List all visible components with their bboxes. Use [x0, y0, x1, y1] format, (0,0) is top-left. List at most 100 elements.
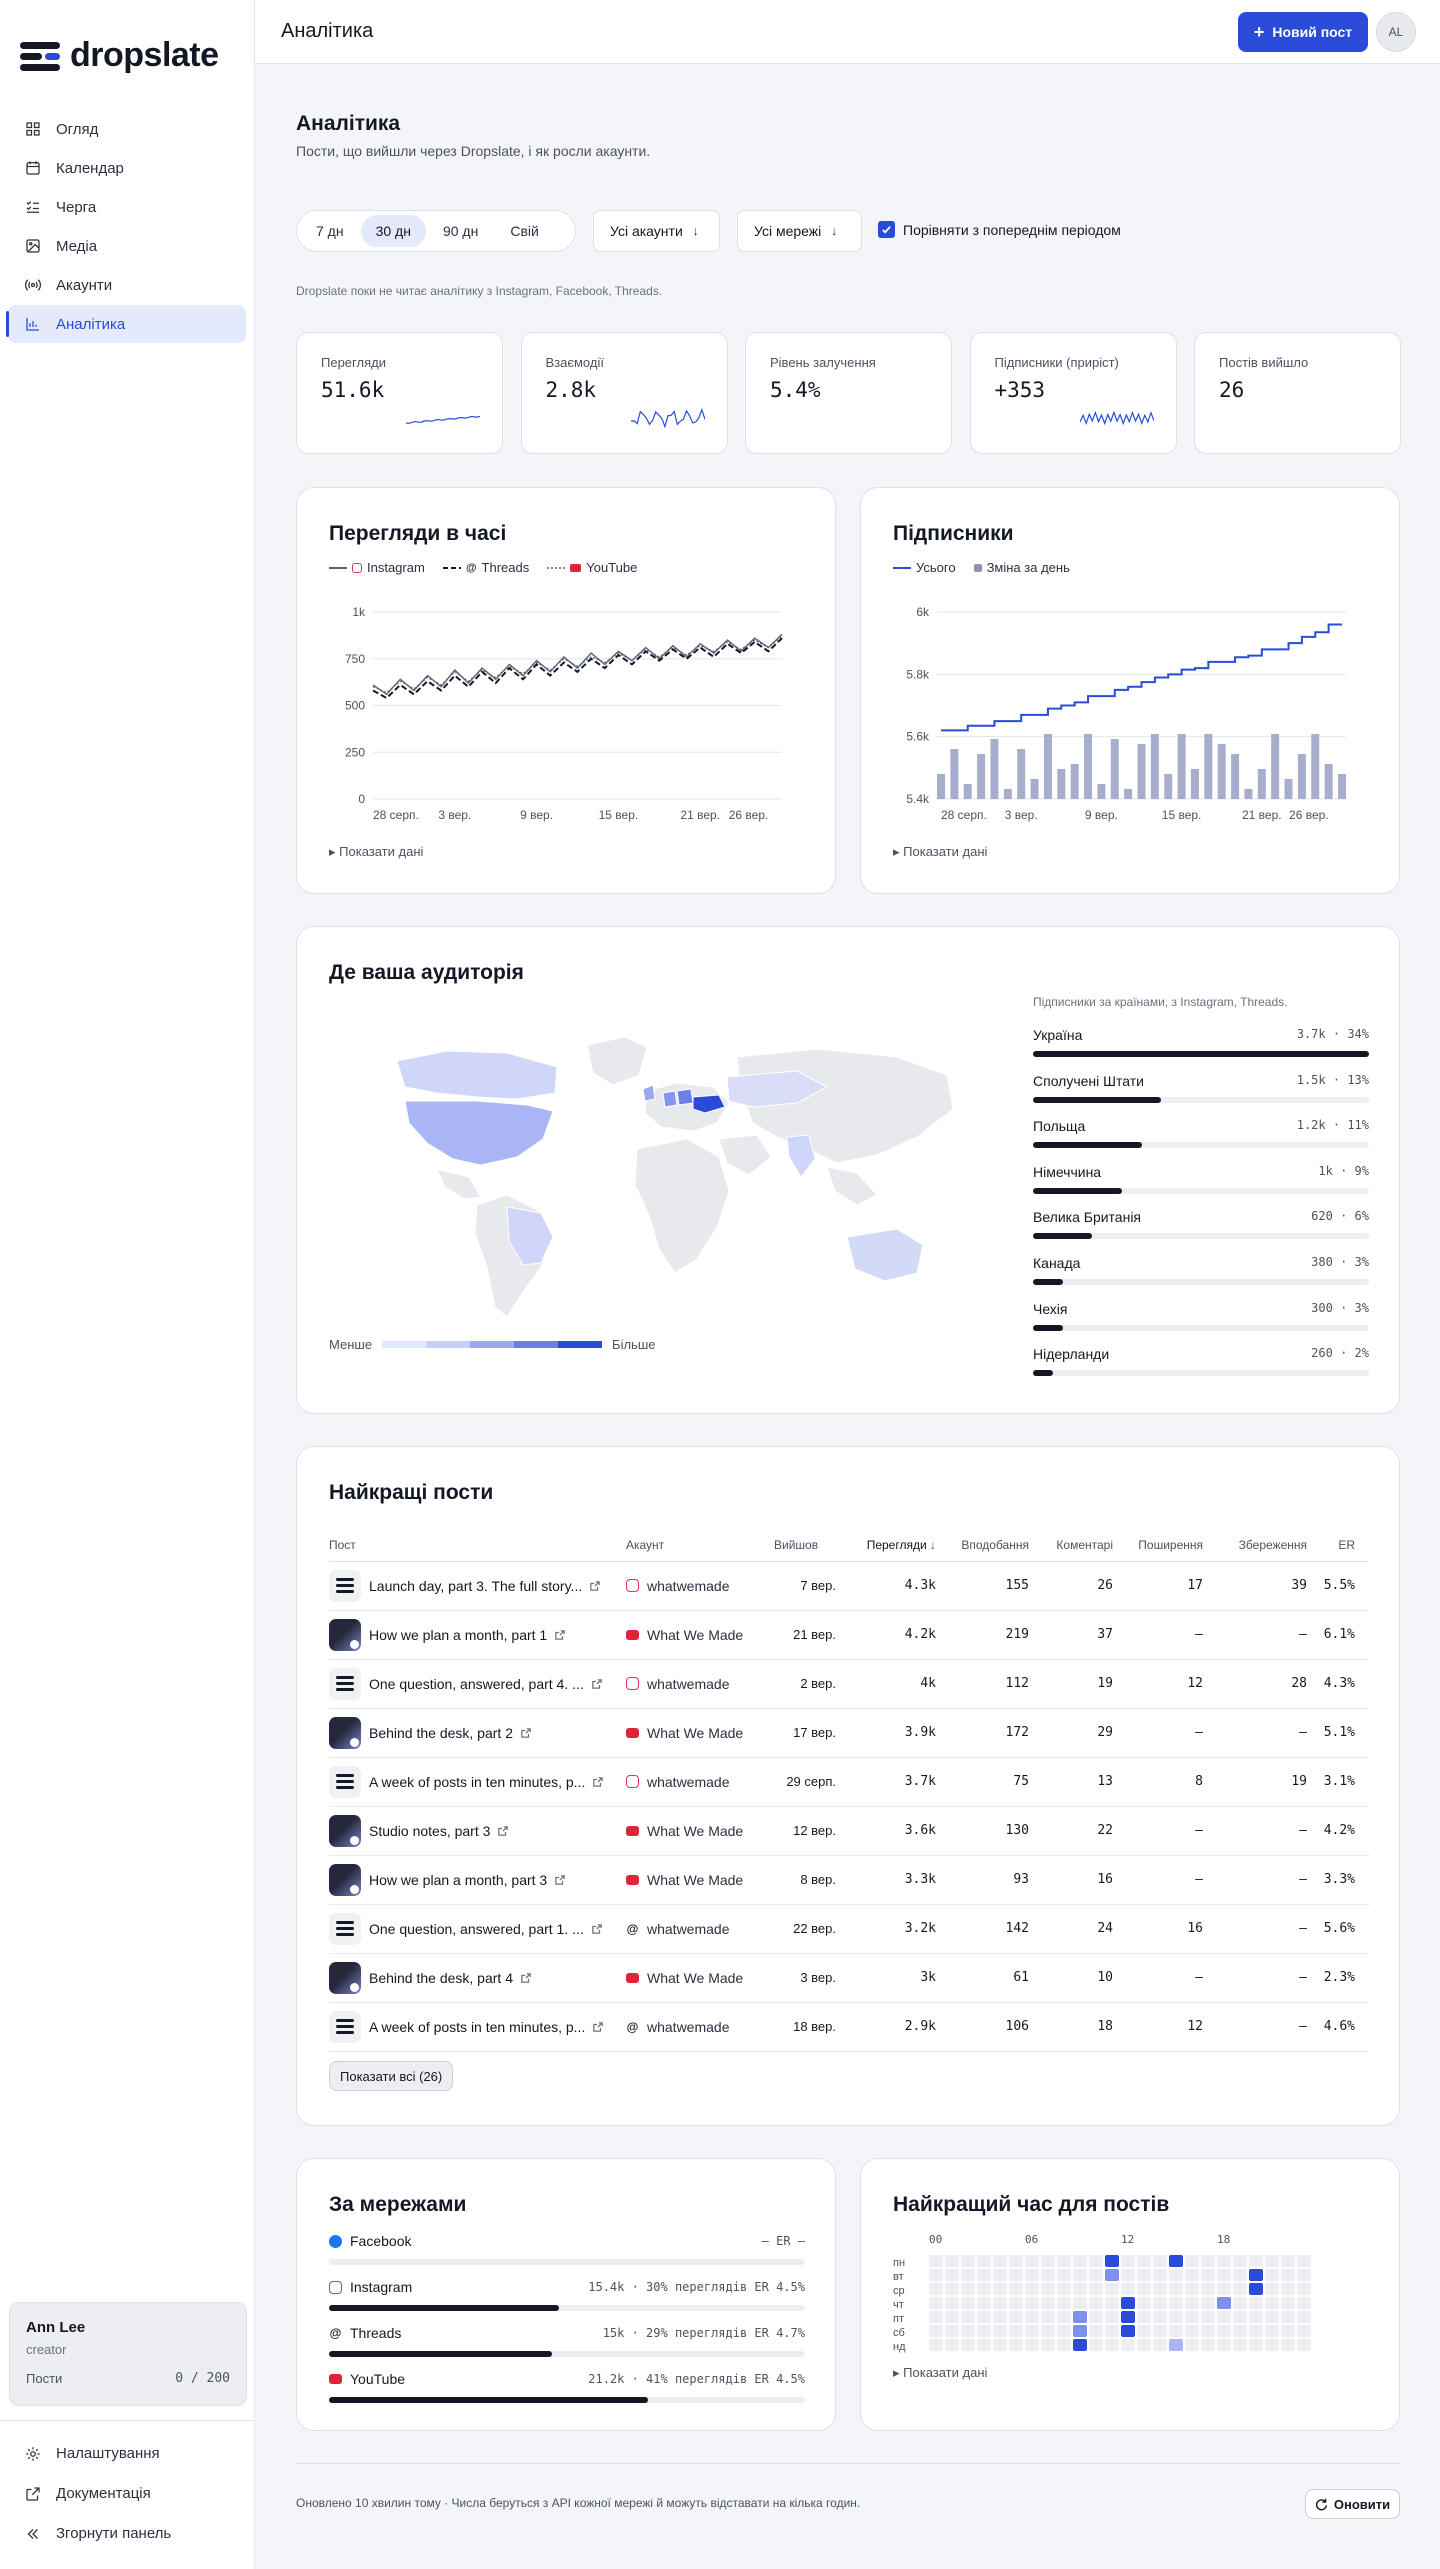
followers-show-data-toggle[interactable]: ▸ Показати дані	[893, 844, 987, 860]
table-row[interactable]: How we plan a month, part 1 What We Made 2…	[329, 1610, 1369, 1660]
youtube-icon	[329, 2374, 342, 2384]
user-card[interactable]: Ann Lee creator Пости 0 / 200	[9, 2302, 247, 2406]
bottom-item-1[interactable]: Документація	[8, 2474, 246, 2513]
sidebar-item-1[interactable]: Календар	[8, 149, 246, 187]
map-region-usa	[404, 1100, 554, 1166]
post-title[interactable]: One question, answered, part 1. ...	[369, 1921, 584, 1937]
youtube-icon	[626, 1727, 639, 1738]
table-row[interactable]: Behind the desk, part 4 What We Made 3 вер…	[329, 1953, 1369, 2003]
bottom-item-0[interactable]: Налаштування	[8, 2434, 246, 2473]
post-title[interactable]: Behind the desk, part 2	[369, 1725, 513, 1741]
cell-comments: 24	[1043, 1904, 1127, 1954]
post-title[interactable]: One question, answered, part 4. ...	[369, 1676, 584, 1692]
checkmark-icon[interactable]	[878, 221, 895, 238]
new-post-button[interactable]: + Новий пост	[1238, 12, 1368, 52]
post-title[interactable]: Behind the desk, part 4	[369, 1970, 513, 1986]
range-option-2[interactable]: 90 дн	[428, 215, 493, 247]
new-post-label: Новий пост	[1272, 24, 1353, 40]
network-bar-track	[329, 2259, 805, 2265]
sidebar-item-2[interactable]: Черга	[8, 188, 246, 226]
cell-comments: 19	[1043, 1659, 1127, 1709]
heatmap-cell	[1137, 2255, 1151, 2267]
heatmap-cell	[977, 2297, 991, 2309]
cell-er: 6.1%	[1321, 1610, 1369, 1660]
range-option-1[interactable]: 30 дн	[360, 215, 426, 247]
country-pct: 9%	[1354, 1163, 1369, 1178]
y-tick-label: 1k	[352, 605, 366, 619]
external-link-icon[interactable]	[593, 2021, 604, 2032]
cell-views: 3.2k	[850, 1904, 950, 1954]
networks-dropdown[interactable]: Усі мережі ↓	[737, 210, 862, 252]
table-row[interactable]: Behind the desk, part 2 What We Made 17 ве…	[329, 1708, 1369, 1758]
range-option-0[interactable]: 7 дн	[301, 215, 359, 247]
external-link-icon[interactable]	[521, 1727, 531, 1738]
table-row[interactable]: A week of posts in ten minutes, p... what…	[329, 1757, 1369, 1807]
heatmap-cell	[1009, 2269, 1023, 2281]
post-title[interactable]: Studio notes, part 3	[369, 1823, 490, 1839]
country-stat: 1k · 9%	[1318, 1164, 1369, 1180]
logo[interactable]: dropslate	[20, 36, 219, 75]
post-title[interactable]: How we plan a month, part 1	[369, 1627, 547, 1643]
post-title[interactable]: Launch day, part 3. The full story...	[369, 1578, 582, 1594]
cell-er: 4.3%	[1321, 1659, 1369, 1709]
bottom-item-2[interactable]: Згорнути панель	[8, 2514, 246, 2553]
table-row[interactable]: How we plan a month, part 3 What We Made 8…	[329, 1855, 1369, 1905]
external-link-icon[interactable]	[593, 1776, 604, 1787]
avatar[interactable]: AL	[1376, 12, 1416, 52]
best-time-show-data-toggle[interactable]: ▸ Показати дані	[893, 2365, 987, 2381]
heatmap-cell	[945, 2311, 959, 2323]
heatmap-cell-active	[1169, 2339, 1183, 2351]
column-header: Пост	[329, 1529, 626, 1562]
heatmap-cell	[1169, 2283, 1183, 2295]
external-link-icon[interactable]	[555, 1874, 566, 1885]
heatmap-cell	[1233, 2283, 1247, 2295]
heatmap-cell	[1025, 2255, 1039, 2267]
external-link-icon[interactable]	[521, 1972, 531, 1983]
heatmap-cell	[1041, 2339, 1055, 2351]
compare-checkbox[interactable]: Порівняти з попереднім періодом	[878, 221, 1121, 238]
show-all-posts-button[interactable]: Показати всі (26)	[329, 2061, 454, 2091]
daily-change-bar	[1043, 734, 1052, 799]
sidebar-item-3[interactable]: Медіа	[8, 227, 246, 265]
column-header: Коментарі	[1043, 1529, 1127, 1562]
external-link-icon[interactable]	[555, 1629, 566, 1640]
country-pct: 34%	[1347, 1027, 1369, 1041]
sidebar-item-0[interactable]: Огляд	[8, 110, 246, 148]
sidebar-item-5[interactable]: Аналітика	[6, 305, 246, 343]
range-option-3[interactable]: Свій	[495, 215, 553, 247]
table-row[interactable]: A week of posts in ten minutes, p... @ wha…	[329, 2002, 1369, 2052]
table-row[interactable]: One question, answered, part 4. ... whatw…	[329, 1659, 1369, 1709]
heatmap-cell	[1185, 2297, 1199, 2309]
heatmap-cell	[1169, 2297, 1183, 2309]
table-row[interactable]: Launch day, part 3. The full story... wha…	[329, 1561, 1369, 1611]
external-link-icon[interactable]	[592, 1923, 602, 1934]
table-header-row: Пост Акаунт Вийшов Перегляди ↓ Вподобання Ком…	[329, 1529, 1369, 1562]
heatmap-cell	[1169, 2269, 1183, 2281]
accounts-dropdown[interactable]: Усі акаунти ↓	[593, 210, 720, 252]
kpi-label: Рівень залучення	[770, 355, 876, 370]
cell-date: 2 вер.	[774, 1659, 850, 1709]
y-tick-label: 5.4k	[906, 792, 930, 806]
external-link-icon[interactable]	[590, 1580, 601, 1591]
refresh-button[interactable]: Оновити	[1305, 2489, 1400, 2519]
post-title[interactable]: How we plan a month, part 3	[369, 1872, 547, 1888]
network-bar-track	[329, 2397, 805, 2403]
best-time-card: Найкращий час для постів 00 06 12 18 пн вт ср ч…	[860, 2158, 1400, 2431]
kpi-card: Підписники (приріст) +353	[969, 332, 1177, 454]
kpi-card: Перегляди 51.6k	[296, 332, 503, 454]
column-header[interactable]: Перегляди ↓	[850, 1529, 950, 1562]
post-thumbnail	[329, 1814, 361, 1847]
table-row[interactable]: One question, answered, part 1. ... @ what…	[329, 1904, 1369, 1954]
heatmap-cell	[1057, 2325, 1071, 2337]
external-link-icon[interactable]	[498, 1825, 509, 1836]
table-row[interactable]: Studio notes, part 3 What We Made 12 вер. 3…	[329, 1806, 1369, 1856]
cell-date: 29 серп.	[774, 1757, 850, 1807]
top-posts-title: Найкращі пости	[329, 1481, 494, 1504]
external-link-icon[interactable]	[592, 1678, 602, 1689]
compare-label: Порівняти з попереднім періодом	[903, 221, 1121, 238]
post-title[interactable]: A week of posts in ten minutes, p...	[369, 1774, 585, 1790]
sidebar-item-4[interactable]: Акаунти	[8, 266, 246, 304]
post-title[interactable]: A week of posts in ten minutes, p...	[369, 2019, 585, 2035]
views-show-data-toggle[interactable]: ▸ Показати дані	[329, 844, 423, 860]
x-tick-label: 28 серп.	[941, 808, 987, 822]
